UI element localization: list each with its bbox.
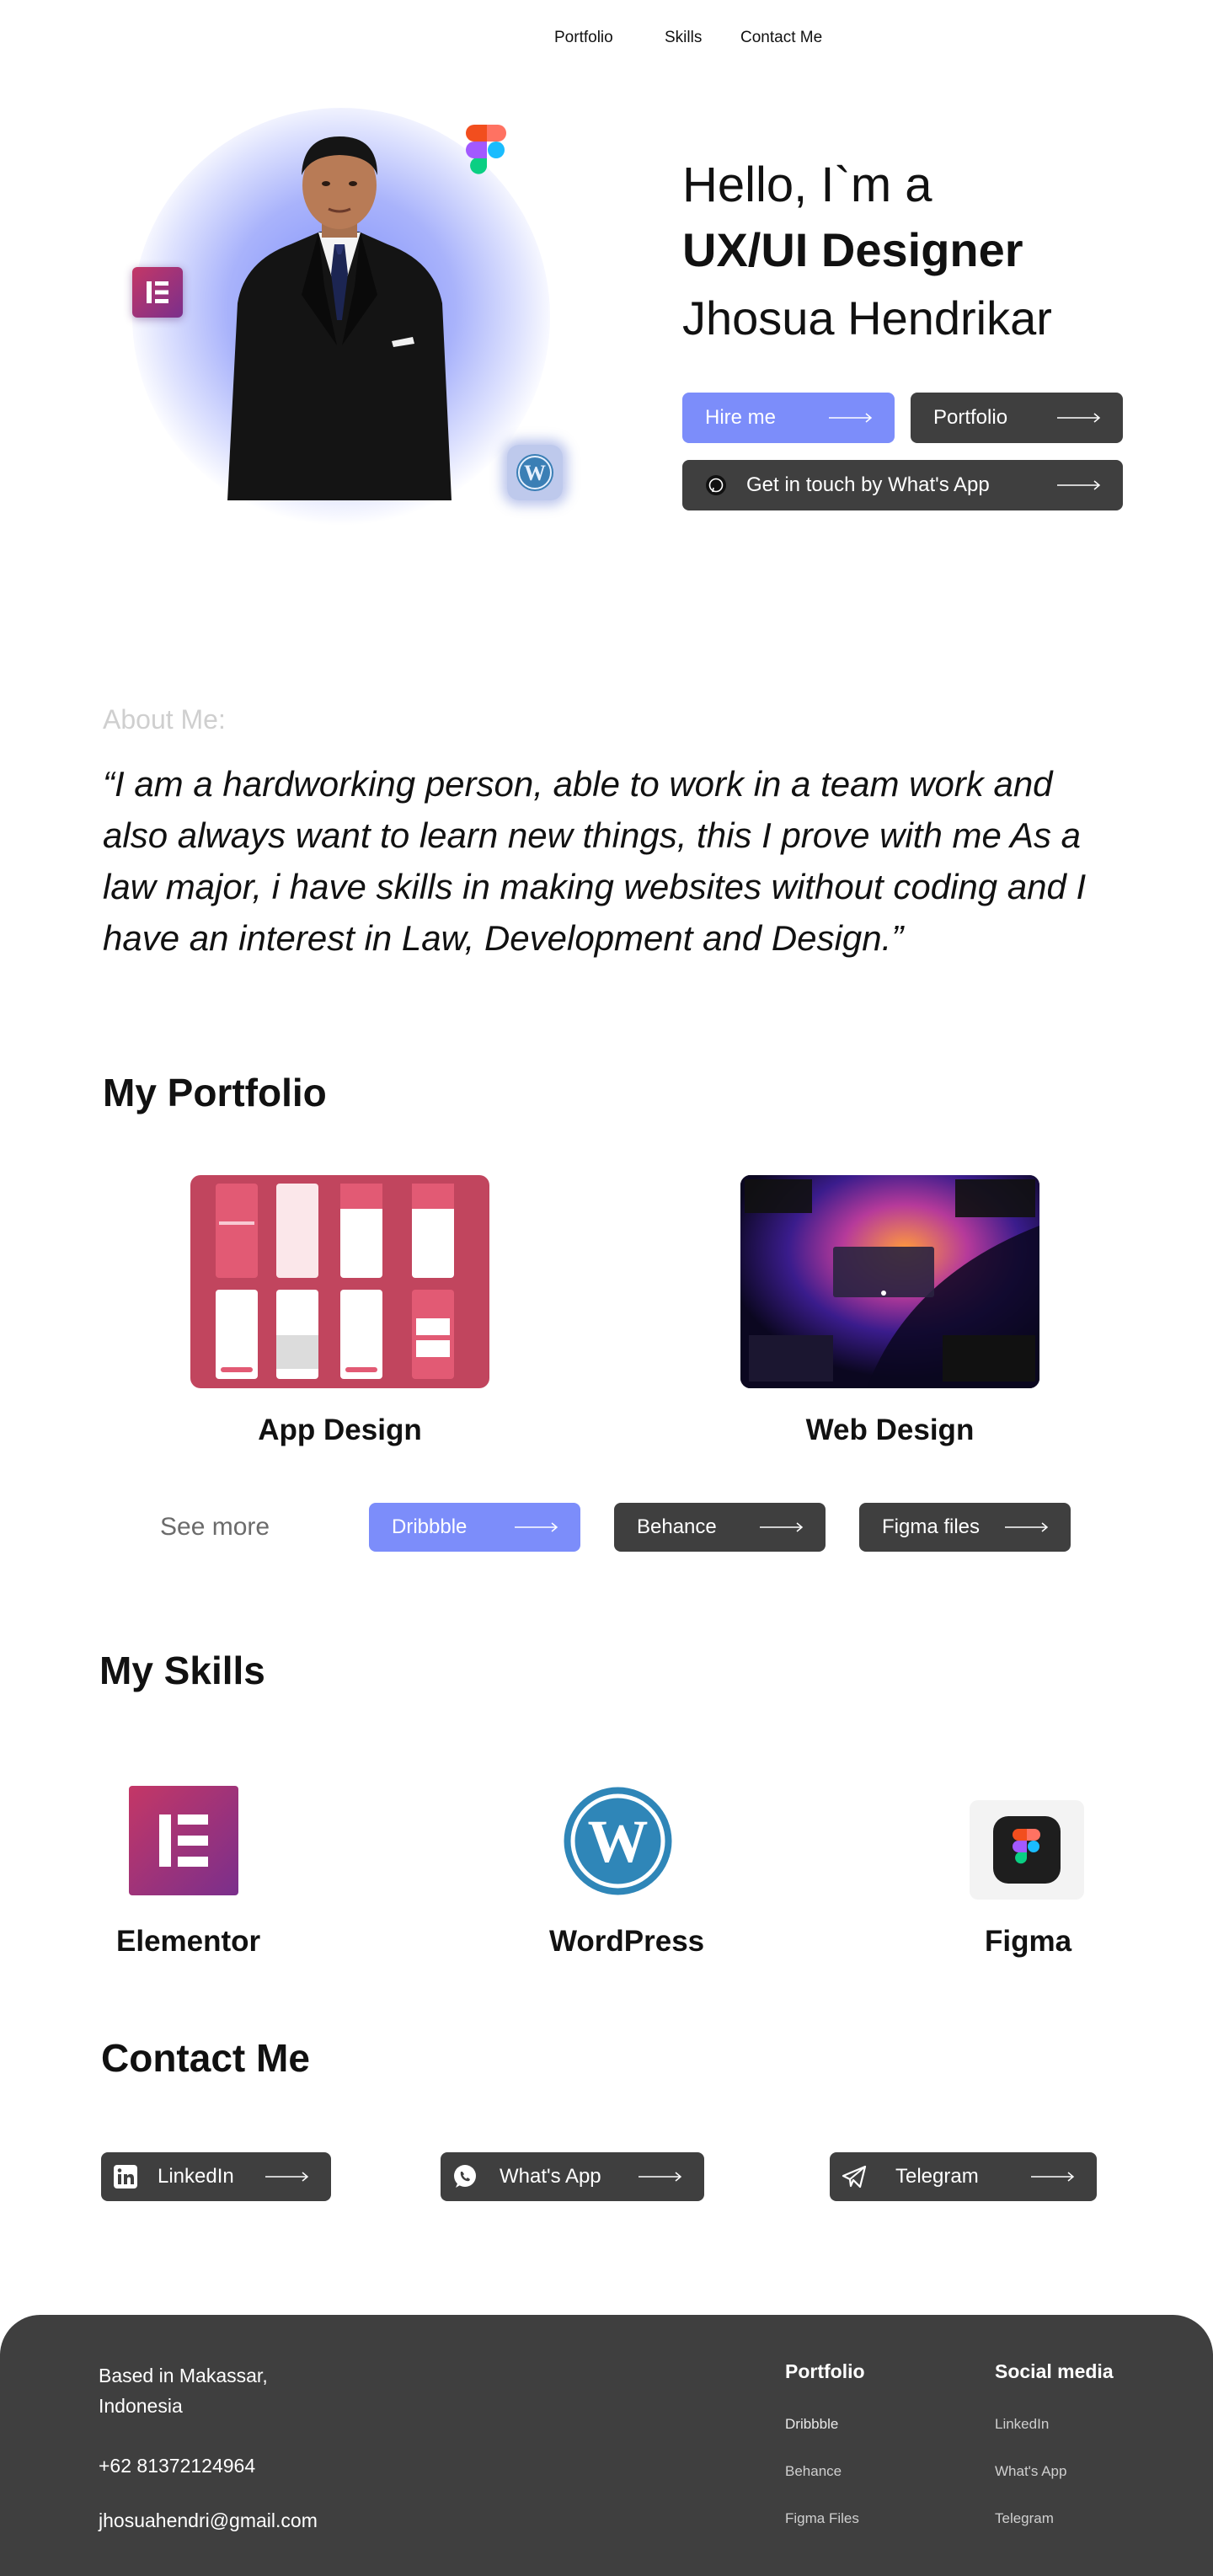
- hero-greeting: Hello, I`m a: [682, 158, 932, 212]
- whatsapp-icon: [454, 2165, 476, 2188]
- app-design-thumbnail[interactable]: [190, 1175, 489, 1388]
- web-design-caption: Web Design: [805, 1414, 975, 1446]
- arrow-right-icon: [515, 1522, 558, 1532]
- elementor-icon: [132, 267, 183, 318]
- skill-wordpress-label: WordPress: [549, 1925, 705, 1958]
- figma-files-label: Figma files: [882, 1515, 981, 1538]
- svg-text:W: W: [588, 1808, 649, 1875]
- arrow-right-icon: [1031, 2172, 1075, 2182]
- telegram-icon: [842, 2165, 867, 2189]
- whatsapp-button[interactable]: What's App: [441, 2152, 704, 2201]
- arrow-right-icon: [760, 1522, 804, 1532]
- svg-text:W: W: [524, 461, 546, 485]
- hero-role: UX/UI Designer: [682, 223, 1023, 276]
- whatsapp-icon: [706, 475, 726, 495]
- linkedin-button[interactable]: LinkedIn: [101, 2152, 331, 2201]
- footer: Based in Makassar, Indonesia +62 8137212…: [0, 2315, 1213, 2576]
- linkedin-label: LinkedIn: [158, 2165, 234, 2188]
- linkedin-icon: [114, 2165, 137, 2189]
- elementor-icon: [129, 1786, 238, 1895]
- dribbble-button[interactable]: Dribbble: [369, 1503, 580, 1552]
- footer-figma-files-link[interactable]: Figma Files: [785, 2510, 859, 2527]
- skill-elementor-label: Elementor: [116, 1925, 261, 1958]
- footer-dribbble-link[interactable]: Dribbble: [785, 2416, 838, 2433]
- dribbble-label: Dribbble: [392, 1515, 468, 1538]
- profile-photo: [227, 136, 452, 500]
- hire-me-button[interactable]: Hire me: [682, 393, 895, 443]
- top-nav: Portfolio Skills Contact Me: [0, 25, 1213, 51]
- footer-social-heading: Social media: [995, 2360, 1114, 2382]
- footer-portfolio-heading: Portfolio: [785, 2360, 865, 2382]
- arrow-right-icon: [1005, 1522, 1049, 1532]
- wordpress-icon: W: [507, 445, 563, 500]
- arrow-right-icon: [1057, 480, 1101, 490]
- behance-label: Behance: [637, 1515, 717, 1538]
- footer-address: Based in Makassar, Indonesia: [99, 2365, 268, 2417]
- see-more-label: See more: [160, 1513, 270, 1541]
- contact-title: Contact Me: [101, 2036, 310, 2080]
- arrow-right-icon: [265, 2172, 309, 2182]
- nav-portfolio-link[interactable]: Portfolio: [554, 29, 613, 47]
- hero-name: Jhosua Hendrikar: [682, 291, 1052, 345]
- about-quote: “I am a hardworking person, able to work…: [103, 764, 1087, 958]
- telegram-button[interactable]: Telegram: [830, 2152, 1097, 2201]
- footer-phone[interactable]: +62 81372124964: [99, 2455, 255, 2477]
- figma-icon: [466, 125, 506, 174]
- footer-linkedin-link[interactable]: LinkedIn: [995, 2416, 1049, 2433]
- footer-telegram-link[interactable]: Telegram: [995, 2510, 1054, 2527]
- arrow-right-icon: [829, 413, 873, 423]
- whatsapp-label: What's App: [500, 2165, 601, 2188]
- app-design-caption: App Design: [258, 1414, 422, 1446]
- figma-icon: [970, 1800, 1084, 1900]
- nav-skills-link[interactable]: Skills: [665, 29, 702, 47]
- telegram-label: Telegram: [895, 2165, 979, 2188]
- nav-contact-link[interactable]: Contact Me: [740, 29, 822, 47]
- skills-title: My Skills: [99, 1649, 265, 1692]
- portfolio-title: My Portfolio: [103, 1071, 327, 1114]
- footer-behance-link[interactable]: Behance: [785, 2463, 842, 2480]
- about-label: About Me:: [103, 704, 226, 735]
- wordpress-icon: W: [564, 1787, 672, 1895]
- footer-email[interactable]: jhosuahendri@gmail.com: [99, 2509, 318, 2532]
- portfolio-button[interactable]: Portfolio: [911, 393, 1123, 443]
- hire-me-label: Hire me: [705, 406, 777, 429]
- whatsapp-contact-button[interactable]: Get in touch by What's App: [682, 460, 1123, 510]
- whatsapp-label: Get in touch by What's App: [746, 473, 990, 496]
- skill-figma-label: Figma: [985, 1925, 1072, 1958]
- arrow-right-icon: [639, 2172, 682, 2182]
- footer-whatsapp-link[interactable]: What's App: [995, 2463, 1066, 2480]
- portfolio-label: Portfolio: [933, 406, 1008, 429]
- arrow-right-icon: [1057, 413, 1101, 423]
- figma-files-button[interactable]: Figma files: [859, 1503, 1071, 1552]
- behance-button[interactable]: Behance: [614, 1503, 826, 1552]
- web-design-thumbnail[interactable]: [740, 1175, 1039, 1388]
